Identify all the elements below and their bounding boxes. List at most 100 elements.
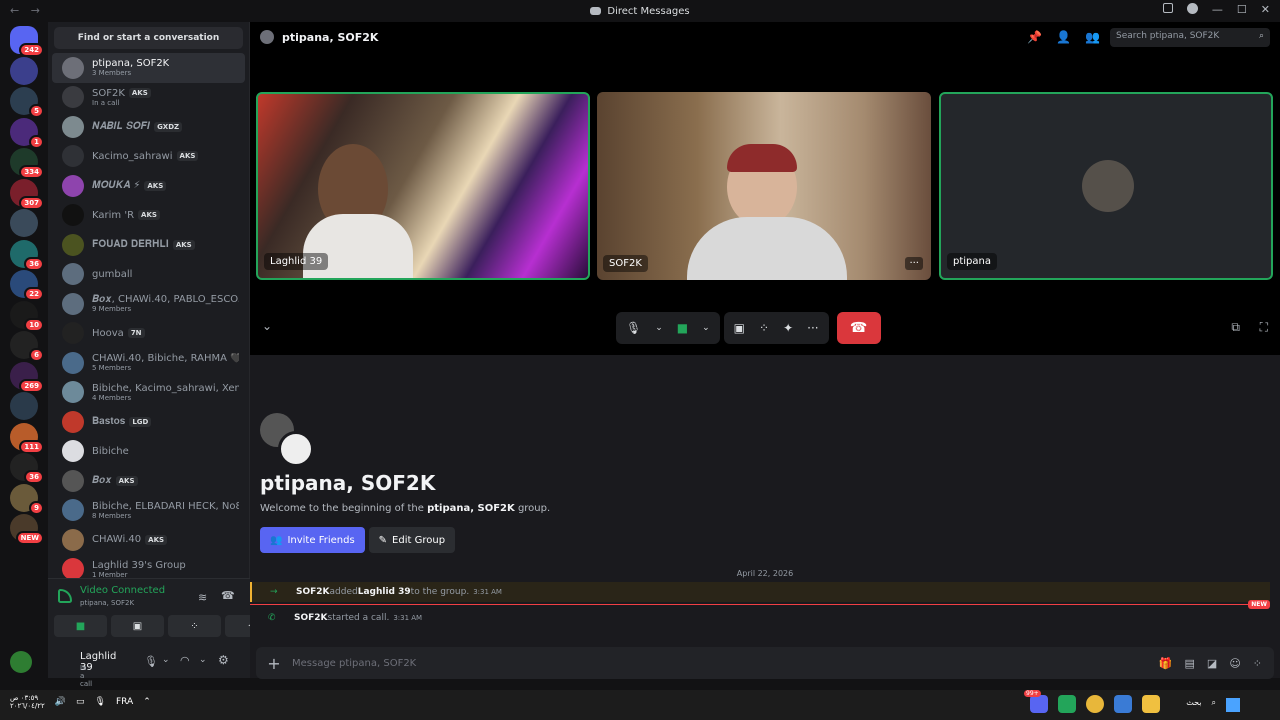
dm-list-item[interactable]: 𝐁𝐚𝐬𝐭𝐨𝐬 LGD — [52, 407, 245, 437]
history-nav[interactable]: ← → — [10, 4, 44, 17]
message-input[interactable]: Message ptipana, SOF2K — [292, 658, 416, 669]
add-member-icon[interactable]: 👤 — [1056, 30, 1071, 44]
dm-list-item[interactable]: gumball — [52, 260, 245, 290]
fullscreen-icon[interactable]: ⛶ — [1260, 320, 1268, 335]
microphone-icon[interactable]: 🎙 — [626, 321, 641, 335]
soundboard-icon[interactable]: ✦ — [783, 321, 793, 335]
server-icon[interactable]: 307 — [10, 178, 44, 210]
dm-list-item[interactable]: Bibiche, Kacimo_sahrawi, Xeno...4 Member… — [52, 378, 245, 408]
settings-gear-icon[interactable]: ⚙ — [218, 653, 229, 667]
gift-icon[interactable]: 🎁 — [1159, 657, 1173, 670]
language-indicator[interactable]: FRA — [116, 697, 133, 707]
clock[interactable]: ٠٣:٥٩ ص ٢٠٢٦/٠٤/٢٢ — [10, 694, 45, 710]
member-list-icon[interactable]: 👥 — [1085, 30, 1100, 44]
server-icon[interactable]: 334 — [10, 148, 44, 179]
dm-list-item[interactable]: Hoova 7N — [52, 319, 245, 349]
video-camera-icon[interactable]: ■ — [677, 321, 688, 335]
sticker-icon[interactable]: ◪ — [1207, 657, 1217, 670]
emoji-icon[interactable]: ☺ — [1229, 657, 1240, 670]
chrome-taskbar-icon[interactable] — [1086, 695, 1104, 713]
headphones-icon[interactable]: ◠ — [180, 654, 190, 667]
maximize-button[interactable]: ☐ — [1237, 3, 1247, 16]
share-screen-button[interactable]: ▣ — [111, 615, 164, 637]
collapse-chevron-icon[interactable]: ⌄ — [262, 319, 272, 333]
camera-button[interactable]: ■ — [54, 615, 107, 637]
microphone-tray-icon[interactable]: 🎙 — [95, 697, 106, 707]
dm-list-item[interactable]: SOF2K AKS In a call — [52, 83, 245, 113]
voice-status-title[interactable]: Video Connected — [80, 585, 165, 596]
start-button[interactable] — [1226, 698, 1240, 712]
popout-icon[interactable]: ⧉ — [1231, 320, 1240, 335]
chevron-down-icon[interactable]: ⌄ — [702, 323, 710, 333]
server-icon[interactable]: 22 — [10, 270, 44, 301]
close-button[interactable]: ✕ — [1261, 3, 1270, 16]
voice-channel-name[interactable]: ptipana, SOF2K — [80, 599, 134, 607]
dm-list-item[interactable]: Karim 'R AKS — [52, 201, 245, 231]
dm-list-item[interactable]: 𝑩𝒐𝒙, CHAWi.40, PABLO_ESCO... 9 Members — [52, 289, 245, 319]
dm-list-item[interactable]: CHAWi.40, Bibiche, RAHMA 🖤... 5 Members — [52, 348, 245, 378]
search-icon[interactable]: ⌕ — [1212, 698, 1216, 712]
server-icon[interactable]: 1 — [10, 117, 44, 149]
server-icon[interactable]: 36 — [10, 239, 44, 271]
display-icon[interactable]: ▭ — [76, 697, 85, 707]
discord-taskbar-icon[interactable]: 99+ — [1024, 690, 1048, 713]
user-avatar[interactable] — [10, 651, 32, 673]
minimize-button[interactable]: — — [1212, 3, 1223, 16]
more-options-icon[interactable]: ··· — [807, 321, 818, 335]
disconnect-icon[interactable]: ☎ — [221, 589, 235, 602]
avatar — [62, 233, 84, 256]
message-composer[interactable]: + Message ptipana, SOF2K 🎁 ▤ ◪ ☺ ⁘ — [256, 647, 1274, 679]
noise-suppression-icon[interactable]: ≋ — [198, 591, 207, 604]
dm-list-item[interactable]: Bibiche, ELBADARI HECK, No8... 8 Members — [52, 496, 245, 526]
dm-search-button[interactable]: Find or start a conversation — [54, 27, 243, 49]
edit-group-button[interactable]: ✎ Edit Group — [368, 527, 456, 553]
search-taskbar[interactable]: بحث — [1186, 698, 1201, 712]
dm-list-item[interactable]: 𝐅𝐎𝐔𝐀𝐃 𝐃𝐄𝐑𝐇𝐋𝐈 AKS — [52, 230, 245, 260]
attach-plus-icon[interactable]: + — [256, 654, 292, 673]
gif-icon[interactable]: ▤ — [1185, 657, 1195, 670]
signal-icon[interactable] — [58, 589, 72, 603]
server-icon[interactable]: 10 — [10, 300, 44, 332]
invite-friends-button[interactable]: 👥 Invite Friends — [260, 527, 365, 553]
dm-list-item[interactable]: 𝑵𝑨𝑩𝑰𝑳 𝑺𝑶𝑭𝑰 GXDZ — [52, 112, 245, 142]
server-icon[interactable]: NEW — [10, 514, 44, 545]
mic-options-icon[interactable]: ⌄ — [162, 655, 170, 665]
volume-icon[interactable]: 🔊 — [55, 697, 66, 707]
chevron-down-icon[interactable]: ⌄ — [655, 323, 663, 333]
microphone-icon[interactable]: 🎙 — [144, 655, 158, 668]
server-icon[interactable]: 9 — [10, 483, 44, 515]
inbox-icon[interactable] — [1162, 3, 1173, 13]
server-icon[interactable]: 111 — [10, 422, 44, 454]
server-icon[interactable]: 269 — [10, 361, 44, 393]
dm-list-item[interactable]: CHAWi.40 AKS — [52, 525, 245, 555]
search-input[interactable]: Search ptipana, SOF2K ⌕ — [1110, 28, 1270, 47]
end-call-button[interactable]: ☎ — [836, 312, 881, 344]
video-tile[interactable]: SOF2K ··· — [597, 92, 931, 280]
dm-list-item[interactable]: Kacimo_sahrawi AKS — [52, 142, 245, 172]
audio-options-icon[interactable]: ⌄ — [199, 655, 207, 665]
dm-list-item[interactable]: Bibiche — [52, 437, 245, 467]
app-taskbar-icon[interactable] — [1058, 695, 1076, 713]
help-icon[interactable] — [1186, 3, 1198, 14]
home-button[interactable]: 242 — [10, 26, 44, 57]
server-icon[interactable]: 36 — [10, 453, 44, 484]
server-icon[interactable]: 6 — [10, 331, 44, 362]
store-taskbar-icon[interactable] — [1114, 695, 1132, 713]
tile-more-icon[interactable]: ··· — [905, 257, 923, 270]
video-tile[interactable]: ptipana — [939, 92, 1273, 280]
server-icon[interactable]: 5 — [10, 87, 44, 118]
video-tile[interactable]: Laghlid 39 — [256, 92, 590, 280]
dm-list-item[interactable]: ptipana, SOF2K 3 Members — [52, 53, 245, 83]
activities-icon[interactable]: ⁘ — [759, 321, 769, 335]
pin-icon[interactable]: 📌 — [1027, 30, 1042, 44]
server-icon[interactable] — [10, 209, 38, 237]
server-icon[interactable] — [10, 56, 38, 85]
explorer-taskbar-icon[interactable] — [1142, 695, 1160, 713]
server-icon[interactable] — [10, 392, 38, 420]
dm-list-item[interactable]: 𝑴𝑶𝑼𝑲𝑨 ⚡ AKS — [52, 171, 245, 201]
dm-list-item[interactable]: 𝑩𝒐𝒙 AKS — [52, 466, 245, 496]
apps-icon[interactable]: ⁘ — [1253, 657, 1262, 670]
activities-button[interactable]: ⁘ — [168, 615, 221, 637]
chevron-up-icon[interactable]: ⌃ — [143, 697, 151, 707]
screen-share-icon[interactable]: ▣ — [734, 321, 745, 335]
